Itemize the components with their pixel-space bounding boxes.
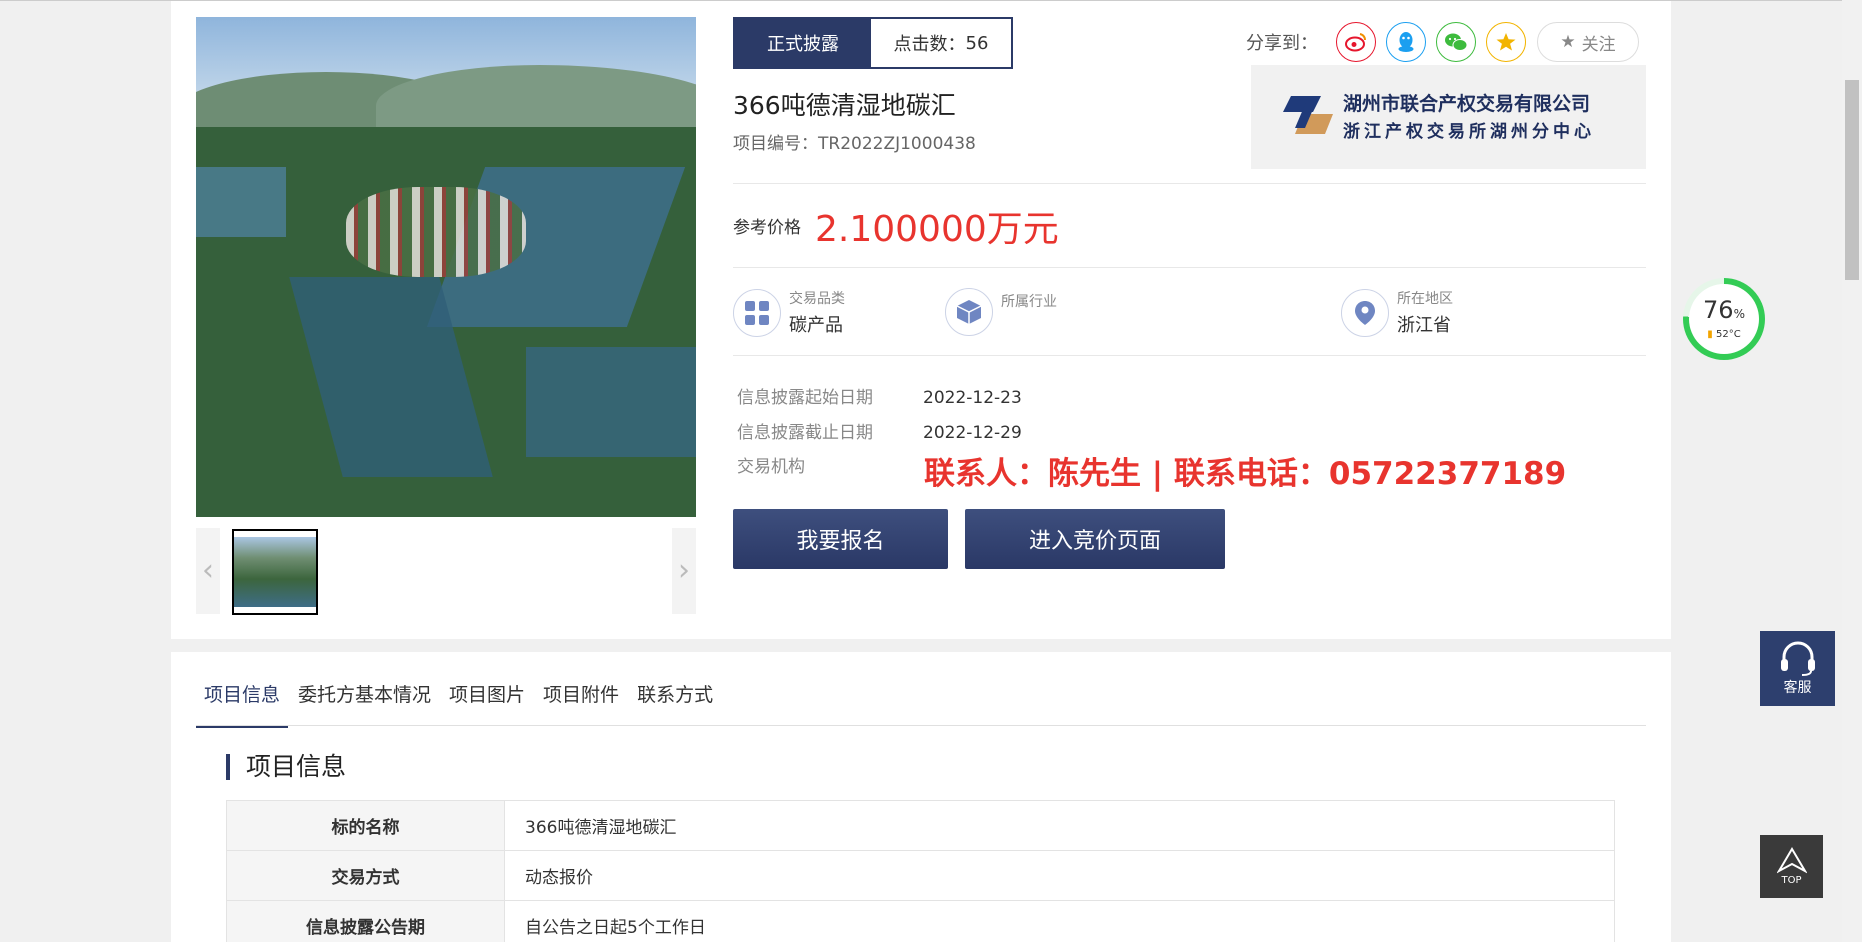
price-value: 2.100000万元 [815, 209, 1059, 250]
org-logo-icon [1283, 96, 1333, 134]
org-name-line1: 湖州市联合产权交易有限公司 [1343, 93, 1591, 115]
info-start-date: 信息披露起始日期 2022-12-23 [737, 383, 1022, 408]
project-number-label: 项目编号： [733, 134, 818, 154]
gallery-prev-button[interactable]: ‹ [196, 528, 220, 614]
attr-category-value: 碳产品 [789, 315, 843, 336]
gallery-thumbnail[interactable] [232, 529, 318, 615]
tab-contact[interactable]: 联系方式 [629, 680, 721, 728]
service-label: 客服 [1783, 679, 1812, 696]
info-start-label: 信息披露起始日期 [737, 388, 873, 408]
tab-client-info[interactable]: 委托方基本情况 [290, 680, 439, 728]
table-row: 标的名称 366吨德清湿地碳汇 [226, 800, 1615, 851]
exchange-org-box: 湖州市联合产权交易有限公司 浙江产权交易所湖州分中心 [1251, 65, 1646, 169]
divider [733, 267, 1646, 268]
customer-service-button[interactable]: 客服 [1760, 631, 1835, 706]
project-info-table: 标的名称 366吨德清湿地碳汇 交易方式 动态报价 信息披露公告期 自公告之日起… [226, 800, 1615, 942]
table-key: 信息披露公告期 [226, 900, 505, 942]
follow-button[interactable]: ★ 关注 [1537, 22, 1639, 62]
price-label: 参考价格 [733, 218, 801, 238]
top-label: TOP [1781, 875, 1802, 886]
project-number: 项目编号：TR2022ZJ1000438 [733, 129, 976, 154]
tab-project-info[interactable]: 项目信息 [196, 680, 289, 728]
qq-icon[interactable] [1386, 22, 1426, 62]
location-pin-icon [1341, 288, 1389, 337]
attr-industry-value [1001, 314, 1057, 334]
info-end-date: 信息披露截止日期 2022-12-29 [737, 418, 1022, 443]
attr-region-value: 浙江省 [1397, 315, 1451, 336]
attr-industry: 所属行业 [945, 288, 1057, 336]
table-row: 信息披露公告期 自公告之日起5个工作日 [226, 900, 1615, 942]
thermometer-icon: ▮ [1707, 329, 1713, 340]
weibo-icon[interactable] [1336, 22, 1376, 62]
performance-gauge[interactable]: 76% ▮ 52°C [1683, 278, 1765, 360]
info-org-label: 交易机构 [737, 457, 805, 477]
section-title: 项目信息 [226, 754, 346, 780]
table-key: 标的名称 [226, 800, 505, 851]
back-to-top-button[interactable]: TOP [1760, 835, 1823, 898]
project-title: 366吨德清湿地碳汇 [733, 91, 956, 120]
detail-tabs: 项目信息 委托方基本情况 项目图片 项目附件 联系方式 [196, 680, 723, 728]
gauge-percent-value: 76 [1703, 296, 1734, 324]
org-name-line2: 浙江产权交易所湖州分中心 [1343, 122, 1595, 142]
attr-region-caption: 所在地区 [1397, 291, 1453, 307]
table-row: 交易方式 动态报价 [226, 850, 1615, 901]
arrow-up-icon [1776, 847, 1807, 874]
table-value: 动态报价 [504, 850, 1615, 901]
click-count: 点击数： 56 [871, 19, 1011, 67]
table-value: 366吨德清湿地碳汇 [504, 800, 1615, 851]
tab-project-attachments[interactable]: 项目附件 [535, 680, 627, 728]
attr-industry-caption: 所属行业 [1001, 293, 1057, 310]
attr-region: 所在地区 浙江省 [1341, 288, 1453, 337]
info-end-value: 2022-12-29 [923, 423, 1022, 443]
project-main-photo[interactable] [196, 17, 696, 517]
status-box: 正式披露 点击数： 56 [733, 17, 1013, 69]
headset-icon [1780, 641, 1815, 676]
click-count-label: 点击数： [893, 34, 966, 55]
gauge-percent-sign: % [1733, 307, 1745, 321]
tabs-divider [196, 725, 1646, 726]
table-value: 自公告之日起5个工作日 [504, 900, 1615, 942]
follow-label: 关注 [1581, 34, 1616, 55]
tab-project-images[interactable]: 项目图片 [441, 680, 533, 728]
enter-bidding-button[interactable]: 进入竞价页面 [965, 509, 1225, 569]
gauge-percent: 76% [1703, 298, 1745, 326]
info-end-label: 信息披露截止日期 [737, 423, 873, 443]
signup-button[interactable]: 我要报名 [733, 509, 948, 569]
contact-info: 联系人：陈先生 | 联系电话：05722377189 [924, 456, 1567, 492]
divider [733, 355, 1646, 356]
attr-category-caption: 交易品类 [789, 291, 845, 307]
info-org: 交易机构 [737, 452, 923, 477]
click-count-value: 56 [965, 32, 989, 54]
project-number-value: TR2022ZJ1000438 [818, 134, 976, 154]
wechat-icon[interactable] [1436, 22, 1476, 62]
scrollbar-thumb[interactable] [1845, 80, 1859, 280]
cube-icon [945, 288, 993, 336]
grid-icon [733, 288, 781, 337]
info-start-value: 2022-12-23 [923, 388, 1022, 408]
share-label: 分享到： [1246, 33, 1318, 54]
gauge-temp-value: 52°C [1715, 329, 1741, 340]
attr-category: 交易品类 碳产品 [733, 288, 845, 337]
table-key: 交易方式 [226, 850, 505, 901]
gallery-next-button[interactable]: › [672, 528, 696, 614]
divider [733, 183, 1646, 184]
qzone-icon[interactable] [1486, 22, 1526, 62]
status-formal-disclosure: 正式披露 [735, 19, 871, 67]
gauge-temp: ▮ 52°C [1707, 329, 1740, 340]
star-icon: ★ [1560, 32, 1576, 52]
